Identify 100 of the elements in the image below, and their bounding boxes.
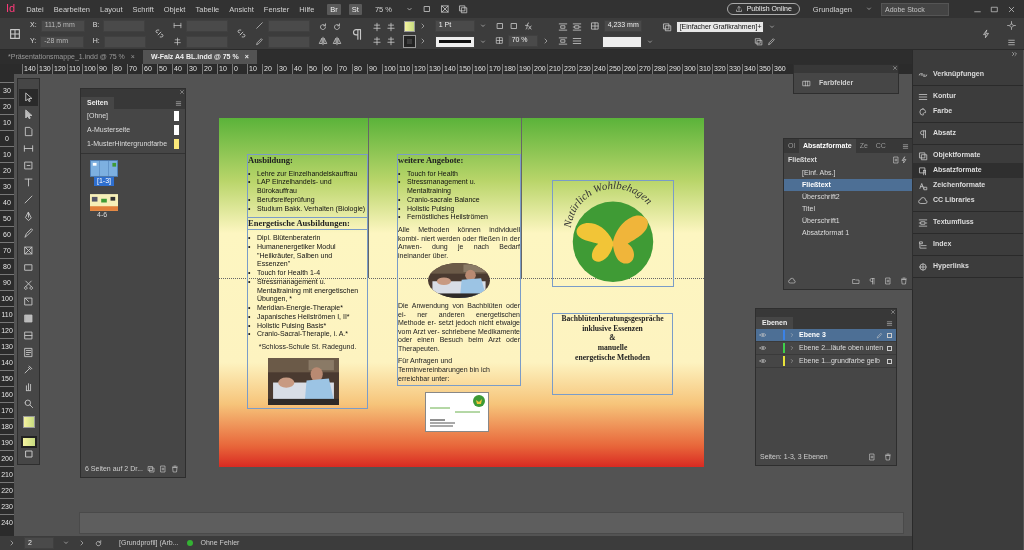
menu-icon[interactable] bbox=[886, 319, 893, 327]
lines-icon bbox=[918, 91, 928, 102]
clear-overrides-icon[interactable] bbox=[868, 277, 876, 285]
trash-icon[interactable] bbox=[900, 277, 908, 285]
gradient-swatch[interactable] bbox=[20, 436, 37, 448]
angle-icon bbox=[254, 21, 264, 30]
tool-button[interactable] bbox=[19, 89, 38, 106]
collapse-icon[interactable] bbox=[1011, 50, 1019, 58]
next-page-icon[interactable] bbox=[78, 539, 86, 547]
feather-icon bbox=[23, 330, 34, 341]
parastyles-icon bbox=[918, 165, 928, 176]
fill-stroke-swatch[interactable] bbox=[22, 416, 35, 428]
flip-icon[interactable] bbox=[331, 35, 342, 46]
business-card-drawing bbox=[425, 392, 489, 432]
stroke-style-dropdown[interactable] bbox=[434, 35, 475, 48]
rotate-icon[interactable] bbox=[94, 538, 103, 548]
layer-select-square[interactable] bbox=[887, 345, 892, 351]
stroke-swatch[interactable] bbox=[403, 35, 415, 47]
maximize-icon[interactable] bbox=[990, 4, 999, 14]
spread-thumbnail[interactable] bbox=[90, 160, 118, 178]
layer-select-square[interactable] bbox=[887, 332, 892, 338]
charstyles-icon bbox=[918, 180, 928, 191]
edit-page-size-icon[interactable] bbox=[147, 464, 155, 473]
app-logo: Id bbox=[5, 2, 17, 16]
flip-icon[interactable] bbox=[317, 35, 328, 46]
eye-icon[interactable] bbox=[759, 331, 767, 340]
object-style-icon[interactable] bbox=[661, 22, 672, 32]
screen-mode-icon[interactable] bbox=[422, 4, 432, 14]
frame-icon[interactable] bbox=[508, 20, 519, 31]
eyedropper-icon bbox=[23, 364, 34, 375]
arrange-icon[interactable] bbox=[458, 4, 468, 14]
cloud-icon[interactable] bbox=[788, 277, 796, 285]
transform-icon bbox=[23, 296, 34, 307]
distribute-icon[interactable] bbox=[385, 35, 396, 46]
input-field[interactable] bbox=[267, 35, 310, 48]
rotate-icon[interactable] bbox=[317, 21, 328, 32]
layer-select-square[interactable] bbox=[887, 358, 892, 364]
text-wrap-icon[interactable] bbox=[557, 21, 568, 32]
line-icon bbox=[23, 194, 34, 205]
drop-shadow-icon[interactable] bbox=[494, 20, 505, 31]
trash-icon[interactable] bbox=[171, 464, 179, 473]
scissors-icon bbox=[23, 279, 34, 290]
caret-icon[interactable] bbox=[767, 23, 776, 31]
first-page-icon[interactable] bbox=[8, 539, 16, 547]
rect-icon bbox=[23, 262, 34, 273]
text-wrap-icon[interactable] bbox=[557, 35, 568, 46]
menu-icon[interactable] bbox=[175, 99, 182, 107]
pencil-icon bbox=[23, 228, 34, 239]
close-icon[interactable] bbox=[890, 309, 896, 315]
eye-icon[interactable] bbox=[759, 357, 767, 366]
caret-icon[interactable] bbox=[865, 5, 873, 13]
new-style-icon[interactable] bbox=[884, 277, 892, 285]
close-icon[interactable] bbox=[892, 65, 898, 71]
close-icon[interactable] bbox=[179, 89, 185, 95]
menu-icon[interactable] bbox=[1007, 37, 1016, 47]
folder-icon[interactable] bbox=[852, 277, 860, 285]
objectstyles-icon bbox=[918, 150, 928, 161]
new-style-icon[interactable] bbox=[892, 156, 900, 164]
new-page-icon[interactable] bbox=[159, 464, 167, 473]
close-icon[interactable] bbox=[1007, 4, 1016, 14]
chain-icon[interactable] bbox=[153, 28, 165, 39]
distribute-icon[interactable] bbox=[385, 21, 396, 32]
screen-mode-icon[interactable] bbox=[22, 448, 35, 460]
view-options-icon[interactable] bbox=[440, 4, 450, 14]
fill-swatch[interactable] bbox=[403, 20, 415, 32]
caret-icon[interactable] bbox=[62, 539, 70, 547]
chain-icon[interactable] bbox=[235, 28, 247, 39]
corner-shape-dropdown[interactable] bbox=[601, 35, 642, 48]
input-field[interactable] bbox=[103, 35, 146, 48]
reference-point-icon bbox=[8, 26, 22, 41]
input-field[interactable] bbox=[185, 35, 228, 48]
shear-icon bbox=[254, 37, 264, 46]
text-wrap-icon[interactable] bbox=[571, 35, 582, 46]
frame-icon bbox=[23, 245, 34, 256]
lightning-icon[interactable] bbox=[981, 28, 991, 39]
spread-thumbnail[interactable] bbox=[90, 193, 118, 211]
caret-icon[interactable] bbox=[645, 37, 654, 46]
align-icon[interactable] bbox=[371, 35, 382, 46]
input-field[interactable] bbox=[185, 19, 228, 32]
new-layer-icon[interactable] bbox=[868, 452, 876, 461]
menu-icon[interactable] bbox=[902, 142, 909, 150]
eye-icon[interactable] bbox=[759, 344, 767, 353]
trash-icon[interactable] bbox=[884, 452, 892, 461]
settings-icon[interactable] bbox=[1007, 20, 1016, 30]
palette-icon bbox=[918, 106, 928, 117]
align-icon[interactable] bbox=[371, 21, 382, 32]
textwrap-icon bbox=[918, 217, 928, 228]
upload-icon bbox=[734, 5, 743, 13]
edit-style-icon[interactable] bbox=[766, 37, 776, 46]
input-field[interactable] bbox=[267, 19, 310, 32]
input-field[interactable] bbox=[103, 19, 146, 32]
heading: weitere Angebote: bbox=[398, 155, 465, 166]
scale-icon bbox=[172, 21, 182, 30]
lightning-icon[interactable] bbox=[900, 156, 908, 164]
fx-icon[interactable] bbox=[522, 20, 533, 31]
gradient-icon bbox=[23, 313, 34, 324]
text-wrap-icon[interactable] bbox=[571, 21, 582, 32]
clear-override-icon[interactable] bbox=[753, 37, 763, 46]
pencil-icon bbox=[876, 331, 883, 339]
rotate-icon[interactable] bbox=[331, 21, 342, 32]
